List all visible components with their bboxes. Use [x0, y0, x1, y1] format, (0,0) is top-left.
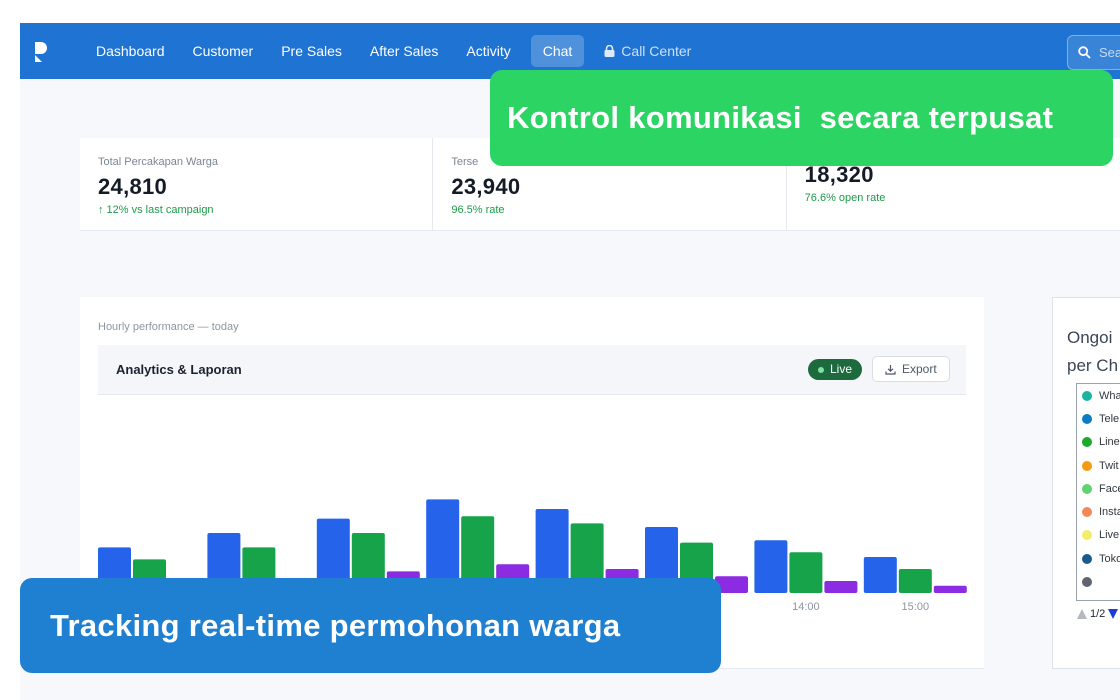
legend-swatch-icon [1082, 390, 1092, 401]
nav-item-pre-sales[interactable]: Pre Sales [267, 35, 356, 67]
legend-pager: 1/2 [1077, 608, 1119, 620]
legend-label: Insta [1099, 506, 1120, 519]
download-icon [885, 364, 896, 375]
legend-swatch-icon [1082, 413, 1092, 424]
legend-item[interactable]: Tele [1077, 407, 1120, 430]
live-dot-icon [818, 366, 824, 373]
search-input[interactable] [1099, 45, 1120, 60]
legend-item[interactable]: Twit [1077, 454, 1120, 477]
lock-icon [604, 45, 615, 57]
call-center-label: Call Center [621, 43, 692, 59]
export-button[interactable]: Export [872, 356, 950, 382]
chart-subtitle: Hourly performance — today [98, 321, 239, 333]
chart-bar[interactable] [754, 540, 788, 593]
live-badge: Live [808, 359, 863, 380]
stat-value: 24,810 [98, 174, 168, 199]
x-tick-label: 15:00 [902, 601, 930, 613]
ongoing-per-channel-card: Ongoi per Ch Wha Tele Line Twit Face Insta Liv… [1052, 297, 1120, 669]
callout-centralized-control: Kontrol komunikasi secara terpusat [490, 70, 1113, 166]
legend-label: Twit [1099, 459, 1119, 472]
legend-swatch-icon [1082, 553, 1092, 564]
legend-swatch-icon [1082, 507, 1092, 518]
side-title-line2: per Ch [1067, 356, 1119, 375]
legend-item[interactable]: Toko [1077, 547, 1120, 570]
legend-item[interactable]: Live [1077, 524, 1120, 547]
legend-label: Tele [1099, 412, 1120, 425]
legend-swatch-icon [1082, 530, 1092, 541]
legend-swatch-icon [1082, 460, 1092, 471]
channel-legend: Wha Tele Line Twit Face Insta Live Toko [1076, 383, 1120, 601]
stat-card-total: Total Percakapan Warga 24,810 ↑ 12% vs l… [80, 138, 434, 231]
nav-item-dashboard[interactable]: Dashboard [82, 35, 179, 67]
nav-item-customer[interactable]: Customer [179, 35, 268, 67]
search-box[interactable] [1067, 35, 1120, 70]
legend-label: Line [1099, 436, 1120, 449]
chart-title: Analytics & Laporan [116, 362, 242, 377]
nav-item-chat[interactable]: Chat [530, 35, 585, 67]
pager-label: 1/2 [1090, 608, 1106, 620]
callout-realtime-tracking: Tracking real-time permohonan warga [20, 578, 721, 673]
legend-item[interactable] [1077, 570, 1120, 593]
chart-bar[interactable] [898, 569, 932, 593]
pager-next-icon[interactable] [1108, 609, 1119, 619]
x-tick-label: 14:00 [792, 601, 820, 613]
stat-value: 23,940 [451, 174, 521, 199]
chart-bar[interactable] [863, 557, 897, 593]
live-label: Live [830, 362, 853, 376]
export-label: Export [902, 362, 937, 376]
legend-item[interactable]: Face [1077, 477, 1120, 500]
stat-label: Total Percakapan Warga [98, 156, 219, 168]
legend-item[interactable]: Insta [1077, 500, 1120, 523]
search-icon [1078, 46, 1091, 59]
legend-label: Face [1099, 482, 1120, 495]
legend-label: Wha [1099, 389, 1120, 402]
nav-item-call-center[interactable]: Call Center [590, 35, 705, 67]
side-card-title: Ongoi per Ch [1067, 324, 1120, 380]
chart-bar[interactable] [933, 585, 967, 593]
legend-swatch-icon [1082, 483, 1092, 494]
legend-label: Live [1099, 529, 1120, 542]
logo-icon [35, 42, 47, 62]
stat-delta: ↑ 12% vs last campaign [98, 204, 214, 216]
legend-swatch-icon [1082, 437, 1092, 448]
chart-header: Analytics & Laporan Live Export [98, 345, 966, 395]
side-title-line1: Ongoi [1067, 328, 1113, 347]
nav-item-activity[interactable]: Activity [452, 35, 524, 67]
stat-delta: 96.5% rate [451, 204, 505, 216]
legend-label: Toko [1099, 552, 1120, 565]
nav-item-after-sales[interactable]: After Sales [356, 35, 452, 67]
chart-bar[interactable] [824, 581, 858, 593]
stat-delta: 76.6% open rate [804, 192, 886, 204]
legend-item[interactable]: Wha [1077, 384, 1120, 407]
chart-bar[interactable] [789, 552, 823, 593]
nav-menu: Dashboard Customer Pre Sales After Sales… [82, 35, 705, 67]
legend-item[interactable]: Line [1077, 431, 1120, 454]
legend-swatch-icon [1082, 577, 1092, 588]
pager-prev-icon[interactable] [1077, 609, 1087, 619]
